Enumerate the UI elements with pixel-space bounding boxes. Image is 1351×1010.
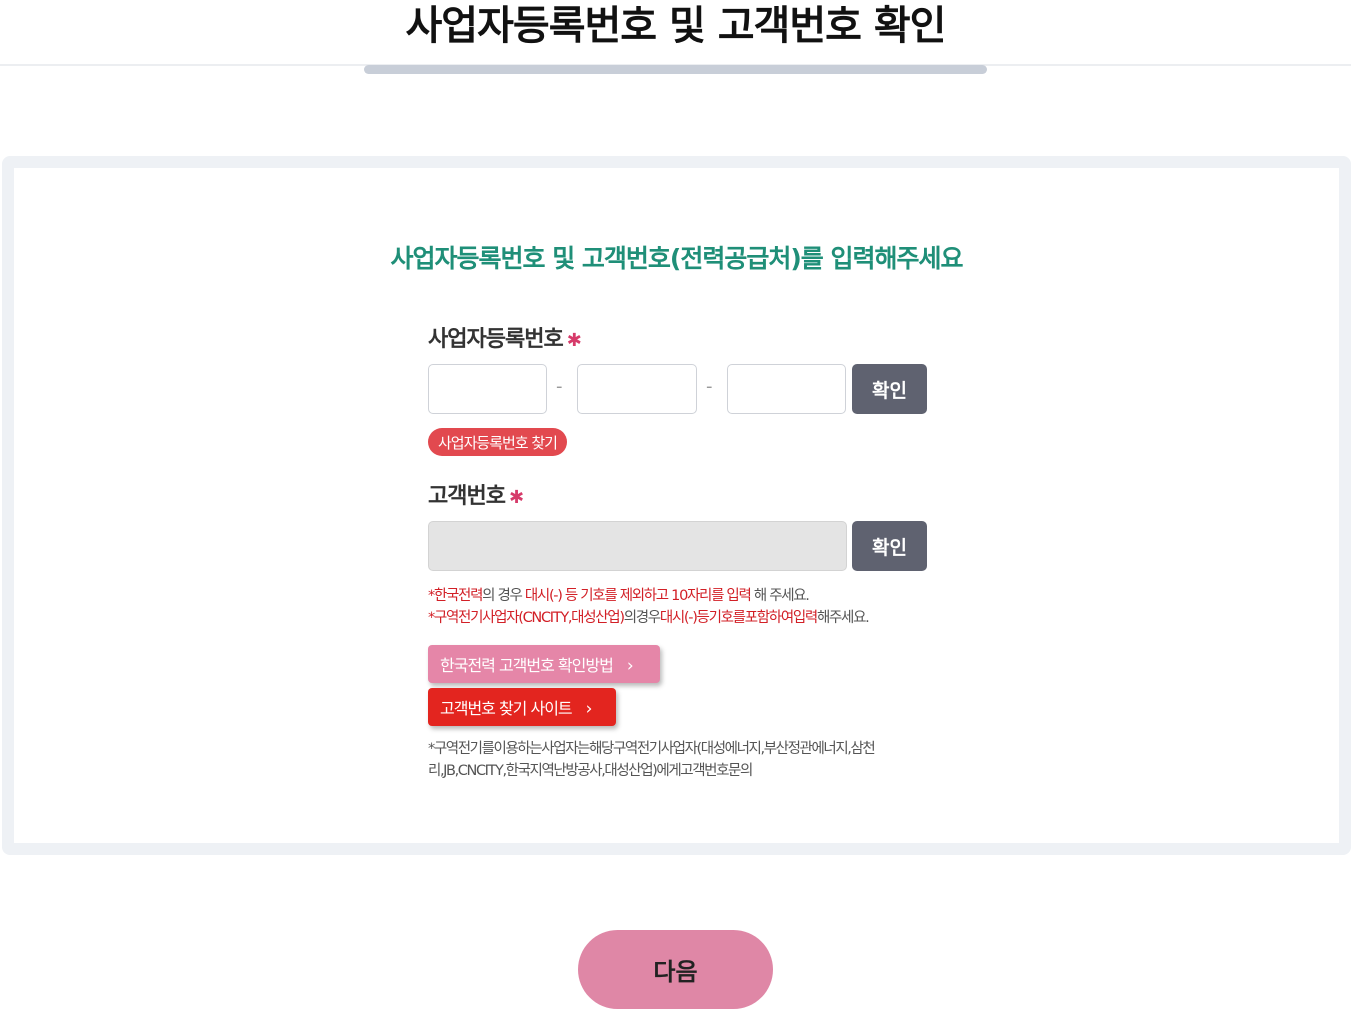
- kepco-customer-number-method-button[interactable]: 한국전력 고객번호 확인방법 ›: [428, 645, 660, 683]
- business-number-part2-input[interactable]: [577, 364, 697, 414]
- business-number-label-text: 사업자등록번호: [428, 327, 564, 352]
- note-kepco: *한국전력의 경우 대시(-) 등 기호를 제외하고 10자리를 입력 해 주세…: [428, 588, 810, 604]
- form-card-frame: 사업자등록번호 및 고객번호(전력공급처)를 입력해주세요 사업자등록번호 ✱ -…: [2, 156, 1351, 855]
- chevron-right-icon: ›: [585, 699, 593, 719]
- form-card: 사업자등록번호 및 고객번호(전력공급처)를 입력해주세요 사업자등록번호 ✱ -…: [14, 168, 1339, 843]
- separator-dash: -: [556, 376, 563, 397]
- find-customer-number-site-button[interactable]: 고객번호 찾기 사이트 ›: [428, 688, 616, 726]
- chevron-right-icon: ›: [626, 656, 634, 676]
- next-button[interactable]: 다음: [578, 930, 773, 1009]
- customer-number-label: 고객번호 ✱: [428, 478, 524, 510]
- required-asterisk-icon: ✱: [566, 330, 582, 351]
- business-number-part3-input[interactable]: [727, 364, 846, 414]
- note-district-electricity: *구역전기사업자(CNCITY,대성산업)의경우대시(-)등기호를포함하여입력해…: [428, 610, 870, 626]
- business-number-part1-input[interactable]: [428, 364, 547, 414]
- customer-number-input[interactable]: [428, 521, 847, 571]
- title-underline: [364, 65, 987, 74]
- form-heading: 사업자등록번호 및 고객번호(전력공급처)를 입력해주세요: [390, 244, 964, 273]
- page-header: 사업자등록번호 및 고객번호 확인: [0, 0, 1351, 66]
- business-number-confirm-button[interactable]: 확인: [852, 364, 927, 414]
- required-asterisk-icon: ✱: [508, 487, 524, 508]
- find-business-number-button[interactable]: 사업자등록번호 찾기: [428, 428, 567, 456]
- customer-number-confirm-button[interactable]: 확인: [852, 521, 927, 571]
- page-title: 사업자등록번호 및 고객번호 확인: [405, 3, 947, 49]
- business-number-label: 사업자등록번호 ✱: [428, 321, 582, 353]
- district-electricity-footnote: *구역전기를이용하는사업자는해당구역전기사업자(대성에너지,부산정관에너지,삼천…: [428, 741, 876, 779]
- customer-number-label-text: 고객번호: [428, 484, 506, 509]
- kepco-method-label: 한국전력 고객번호 확인방법: [440, 656, 614, 675]
- find-site-label: 고객번호 찾기 사이트: [440, 699, 573, 718]
- separator-dash: -: [706, 376, 713, 397]
